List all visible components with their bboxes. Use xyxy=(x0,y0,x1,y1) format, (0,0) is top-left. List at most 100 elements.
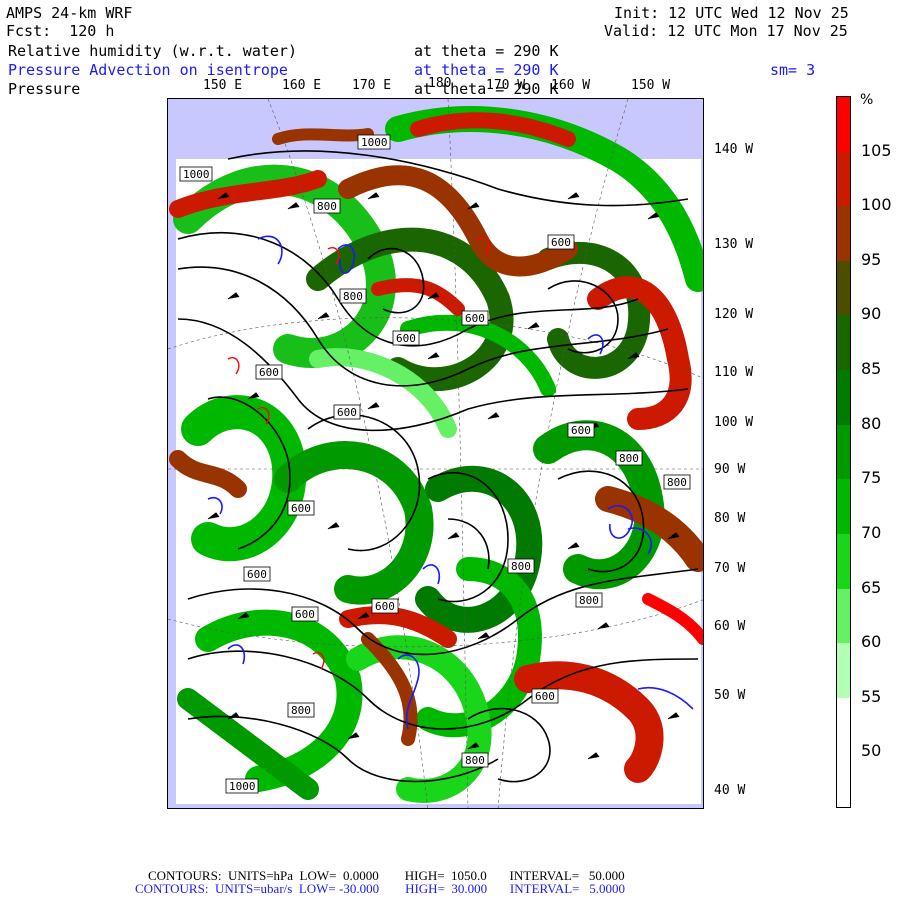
contour-label: 600 xyxy=(531,688,559,704)
lon-label-right: 130 W xyxy=(714,237,754,252)
field-1-name: Relative humidity (w.r.t. water) xyxy=(8,42,297,60)
colorbar-segment xyxy=(837,97,850,153)
svg-text:1000: 1000 xyxy=(361,136,388,149)
lon-label-right: 40 W xyxy=(714,783,746,798)
lon-label-right: 110 W xyxy=(714,365,754,380)
contour-label: 600 xyxy=(287,500,315,516)
colorbar-segment xyxy=(837,752,850,808)
colorbar-segment xyxy=(837,697,850,753)
contour-label: 600 xyxy=(392,330,420,346)
contour-label: 1000 xyxy=(179,166,213,182)
map-panel: 1000 1000 800 800 600 600 600 600 600 60… xyxy=(167,98,704,809)
lon-label-top: 150 E xyxy=(203,78,243,93)
contour-label: 1000 xyxy=(225,778,259,794)
lon-label-right: 100 W xyxy=(714,415,754,430)
lon-label-right: 120 W xyxy=(714,307,754,322)
lon-label-right: 80 W xyxy=(714,511,746,526)
lon-label-right: 90 W xyxy=(714,462,746,477)
colorbar-segment xyxy=(837,424,850,480)
contour-label: 800 xyxy=(663,474,691,490)
colorbar-label: 85 xyxy=(861,359,882,379)
contour-label: 600 xyxy=(567,422,595,438)
footer-advection-contours: CONTOURS: UNITS=ubar/s LOW= -30.000 HIGH… xyxy=(135,881,626,896)
colorbar-label: 90 xyxy=(861,304,882,324)
svg-text:600: 600 xyxy=(247,568,267,581)
svg-text:600: 600 xyxy=(465,312,485,325)
svg-text:600: 600 xyxy=(295,608,315,621)
svg-text:600: 600 xyxy=(396,332,416,345)
field-3-name: Pressure xyxy=(8,80,81,98)
colorbar-label: 55 xyxy=(861,686,882,706)
lon-label-right: 60 W xyxy=(714,619,746,634)
svg-text:800: 800 xyxy=(579,594,599,607)
lon-label-top: 160 E xyxy=(282,78,322,93)
colorbar-segment xyxy=(837,206,850,262)
contour-label: 600 xyxy=(461,310,489,326)
forecast-hour: Fcst: 120 h xyxy=(6,22,115,40)
colorbar-label: 70 xyxy=(861,522,882,542)
svg-text:800: 800 xyxy=(317,200,337,213)
contour-label: 600 xyxy=(547,234,575,250)
contour-label: 800 xyxy=(575,592,603,608)
lon-label-top: 160 W xyxy=(551,78,591,93)
field-2-smoothing: sm= 3 xyxy=(770,61,816,79)
field-2-name: Pressure Advection on isentrope xyxy=(8,61,288,79)
contour-label: 600 xyxy=(291,606,319,622)
svg-text:800: 800 xyxy=(511,560,531,573)
colorbar-label: 95 xyxy=(861,249,882,269)
lon-label-top: 170 E xyxy=(352,78,392,93)
contour-label: 800 xyxy=(615,450,643,466)
colorbar-label: 60 xyxy=(861,632,882,652)
colorbar-label: 50 xyxy=(861,741,882,761)
colorbar-segment xyxy=(837,588,850,644)
svg-text:800: 800 xyxy=(667,476,687,489)
contour-label: 800 xyxy=(339,288,367,304)
svg-text:800: 800 xyxy=(343,290,363,303)
svg-text:600: 600 xyxy=(551,236,571,249)
contour-label: 600 xyxy=(371,598,399,614)
colorbar-segment xyxy=(837,315,850,371)
contour-label: 800 xyxy=(507,558,535,574)
lon-label-top: 180 xyxy=(428,76,452,91)
svg-text:600: 600 xyxy=(291,502,311,515)
contour-label: 800 xyxy=(313,198,341,214)
svg-text:800: 800 xyxy=(465,754,485,767)
colorbar-label: 75 xyxy=(861,468,882,488)
contour-label: 800 xyxy=(287,702,315,718)
svg-text:800: 800 xyxy=(619,452,639,465)
colorbar-segment xyxy=(837,643,850,699)
lon-label-right: 50 W xyxy=(714,688,746,703)
lon-label-top: 170 W xyxy=(486,78,526,93)
colorbar-label: 80 xyxy=(861,413,882,433)
svg-text:600: 600 xyxy=(375,600,395,613)
contour-label: 800 xyxy=(461,752,489,768)
svg-text:800: 800 xyxy=(291,704,311,717)
init-time: Init: 12 UTC Wed 12 Nov 25 xyxy=(614,4,849,22)
svg-text:600: 600 xyxy=(571,424,591,437)
contour-label: 600 xyxy=(243,566,271,582)
colorbar-segment xyxy=(837,533,850,590)
contour-label: 600 xyxy=(255,364,283,380)
svg-text:600: 600 xyxy=(535,690,555,703)
colorbar-unit: % xyxy=(860,92,874,108)
lon-label-right: 140 W xyxy=(714,142,754,157)
svg-text:600: 600 xyxy=(259,366,279,379)
colorbar xyxy=(836,96,851,808)
svg-text:1000: 1000 xyxy=(229,780,256,793)
contour-label: 600 xyxy=(333,404,361,420)
contour-label: 1000 xyxy=(357,134,391,150)
svg-text:1000: 1000 xyxy=(183,168,210,181)
model-title: AMPS 24-km WRF xyxy=(6,4,133,22)
colorbar-segment xyxy=(837,479,850,535)
map-plot: 1000 1000 800 800 600 600 600 600 600 60… xyxy=(168,99,703,808)
colorbar-label: 105 xyxy=(861,140,892,160)
colorbar-label: 100 xyxy=(861,195,892,215)
svg-text:600: 600 xyxy=(337,406,357,419)
colorbar-label: 65 xyxy=(861,577,882,597)
colorbar-segment xyxy=(837,260,850,316)
lon-label-right: 70 W xyxy=(714,561,746,576)
colorbar-segment xyxy=(837,370,850,426)
field-1-level: at theta = 290 K xyxy=(414,42,559,60)
colorbar-segment xyxy=(837,151,850,207)
valid-time: Valid: 12 UTC Mon 17 Nov 25 xyxy=(604,22,848,40)
